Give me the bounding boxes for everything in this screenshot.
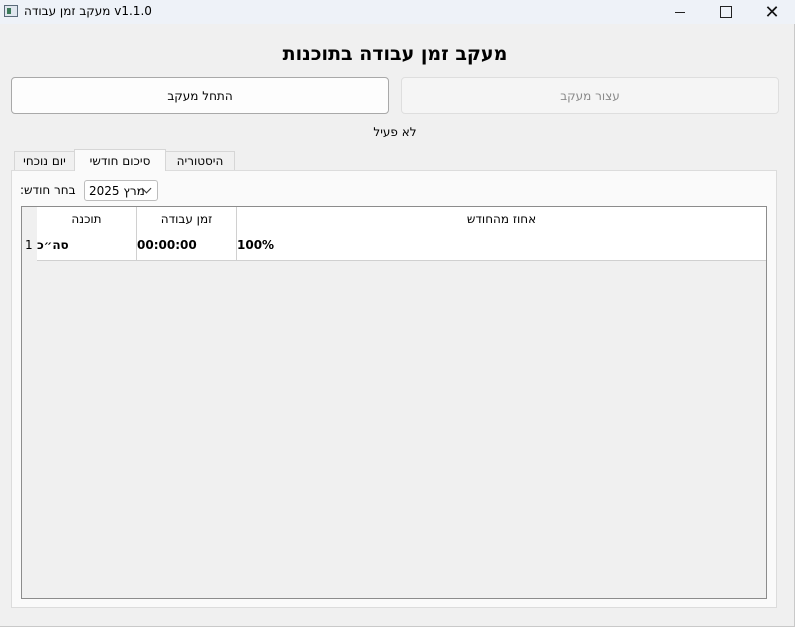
tab-monthly-summary[interactable]: סיכום חודשי xyxy=(74,149,166,171)
window-title: מעקב זמן עבודה v1.1.0 xyxy=(24,4,152,18)
row-header-column xyxy=(22,207,37,598)
cell-work-time[interactable]: 00:00:00 xyxy=(137,230,237,260)
stop-tracking-button[interactable]: עצור מעקב xyxy=(401,77,779,114)
app-window: מעקב זמן עבודה v1.1.0 ✕ מעקב זמן עבודה ב… xyxy=(0,0,795,627)
minimize-icon xyxy=(675,11,685,13)
column-header-percent[interactable]: אחוז מהחודש xyxy=(237,207,766,230)
maximize-icon xyxy=(720,6,732,18)
column-header-work-time[interactable]: זמן עבודה xyxy=(137,207,237,230)
cell-percent[interactable]: 100% xyxy=(237,230,766,260)
start-tracking-button[interactable]: התחל מעקב xyxy=(11,77,389,114)
maximize-button[interactable] xyxy=(703,0,749,24)
close-icon: ✕ xyxy=(764,1,780,23)
row-number: 1 xyxy=(25,238,33,252)
app-icon xyxy=(4,5,18,17)
month-select-value: מרץ 2025 xyxy=(89,184,145,198)
column-header-program[interactable]: תוכנה xyxy=(37,207,137,230)
page-title: מעקב זמן עבודה בתוכנות xyxy=(282,43,508,65)
month-select[interactable]: מרץ 2025 xyxy=(84,180,158,201)
monthly-summary-table[interactable]: 1 תוכנה זמן עבודה אחוז מהחודש סה״כ 00:00… xyxy=(21,206,767,599)
cell-program[interactable]: סה״כ xyxy=(37,230,137,260)
tab-current-day[interactable]: יום נוכחי xyxy=(14,151,75,170)
table-body: תוכנה זמן עבודה אחוז מהחודש סה״כ 00:00:0… xyxy=(37,207,766,261)
tab-history[interactable]: היסטוריה xyxy=(165,151,235,170)
close-button[interactable]: ✕ xyxy=(749,0,795,24)
status-label: לא פעיל xyxy=(373,125,417,139)
minimize-button[interactable] xyxy=(657,0,703,24)
month-select-label: בחר חודש: xyxy=(20,183,76,197)
title-bar[interactable]: מעקב זמן עבודה v1.1.0 ✕ xyxy=(0,0,795,24)
